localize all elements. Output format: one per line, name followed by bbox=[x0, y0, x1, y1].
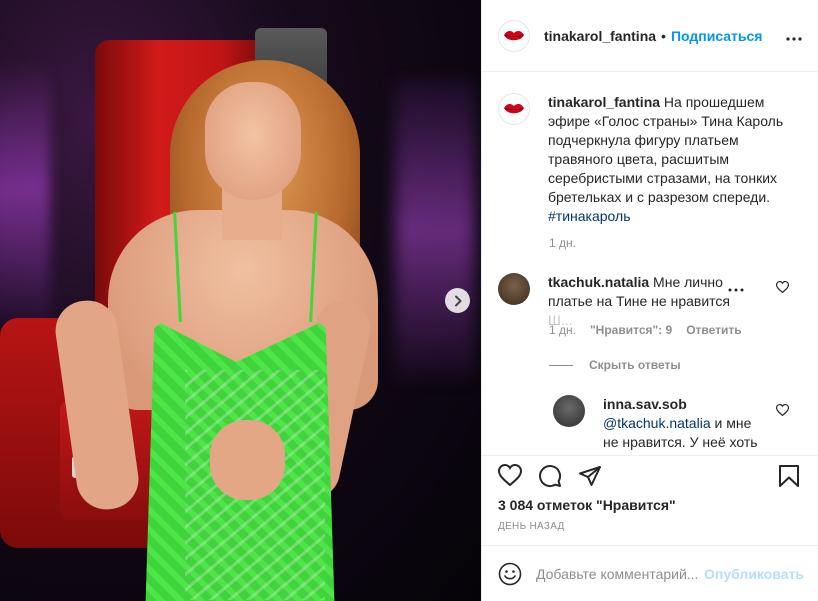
separator-dot: • bbox=[661, 27, 666, 44]
comment-username[interactable]: tkachuk.natalia bbox=[548, 274, 649, 290]
comment-actions: 1 дн. "Нравится": 9 Ответить bbox=[549, 323, 742, 337]
reply-like-heart-icon[interactable] bbox=[776, 404, 789, 416]
hide-replies-button[interactable]: Скрыть ответы bbox=[549, 358, 681, 372]
comment-time[interactable]: 1 дн. bbox=[549, 323, 576, 337]
person-face bbox=[205, 82, 301, 200]
caption-body: На прошедшем эфире «Голос страны» Тина К… bbox=[548, 94, 784, 205]
lips-logo-icon bbox=[504, 30, 524, 40]
replies-divider-line bbox=[549, 364, 573, 366]
reply-mention[interactable]: @tkachuk.natalia bbox=[603, 415, 711, 431]
add-comment-bar: Опубликовать bbox=[482, 545, 818, 601]
reply-username[interactable]: inna.sav.sob bbox=[603, 396, 687, 412]
avatar[interactable] bbox=[498, 19, 530, 52]
comment-reply-button[interactable]: Ответить bbox=[686, 323, 741, 337]
comments-section[interactable]: tinakarol_fantina На прошедшем эфире «Го… bbox=[482, 73, 818, 455]
bookmark-icon[interactable] bbox=[778, 464, 800, 488]
follow-button[interactable]: Подписаться bbox=[671, 28, 763, 44]
reply-avatar[interactable] bbox=[553, 395, 585, 427]
emoji-icon[interactable] bbox=[498, 562, 522, 586]
comment-like-heart-icon[interactable] bbox=[776, 281, 789, 293]
comment-icon[interactable] bbox=[538, 464, 562, 488]
stage-light-left bbox=[0, 60, 50, 320]
likes-count[interactable]: 3 084 отметок "Нравится" bbox=[498, 497, 676, 513]
post-photo[interactable] bbox=[0, 0, 481, 601]
more-options-button[interactable] bbox=[786, 25, 802, 46]
commenter-avatar[interactable] bbox=[498, 273, 530, 305]
caption: tinakarol_fantina На прошедшем эфире «Го… bbox=[498, 93, 802, 226]
comment-item: tkachuk.natalia Мне лично платье на Тине… bbox=[498, 273, 808, 372]
post-date[interactable]: День назад bbox=[498, 521, 565, 532]
heart-icon[interactable] bbox=[498, 464, 522, 486]
caption-hashtag[interactable]: #тинакароль bbox=[548, 208, 630, 224]
stage-light-right bbox=[395, 80, 475, 380]
post-actions: 3 084 отметок "Нравится" День назад bbox=[482, 455, 818, 532]
comment-input[interactable] bbox=[536, 565, 698, 582]
hide-replies-label: Скрыть ответы bbox=[589, 358, 681, 372]
chevron-right-icon bbox=[454, 295, 461, 306]
caption-text: tinakarol_fantina На прошедшем эфире «Го… bbox=[548, 93, 802, 226]
comment-more-button[interactable] bbox=[726, 279, 746, 295]
share-icon[interactable] bbox=[578, 464, 602, 488]
more-icon bbox=[786, 37, 802, 41]
next-photo-button[interactable] bbox=[445, 288, 470, 313]
comment-likes[interactable]: "Нравится": 9 bbox=[590, 323, 672, 337]
post-username[interactable]: tinakarol_fantina bbox=[544, 28, 656, 44]
action-icons-row bbox=[482, 456, 818, 496]
more-icon bbox=[728, 288, 744, 292]
post-header: tinakarol_fantina • Подписаться bbox=[482, 0, 818, 72]
caption-avatar[interactable] bbox=[498, 93, 530, 125]
person-hand bbox=[210, 420, 285, 500]
caption-time[interactable]: 1 дн. bbox=[549, 236, 576, 250]
reply-text: inna.sav.sob @tkachuk.natalia и мне не нр… bbox=[603, 395, 763, 452]
post-side-panel: tinakarol_fantina • Подписаться tinakaro… bbox=[481, 0, 818, 601]
lips-logo-icon bbox=[504, 103, 524, 114]
reply-item: inna.sav.sob @tkachuk.natalia и мне не нр… bbox=[553, 395, 803, 452]
publish-button[interactable]: Опубликовать bbox=[704, 566, 804, 582]
caption-username[interactable]: tinakarol_fantina bbox=[548, 94, 660, 110]
